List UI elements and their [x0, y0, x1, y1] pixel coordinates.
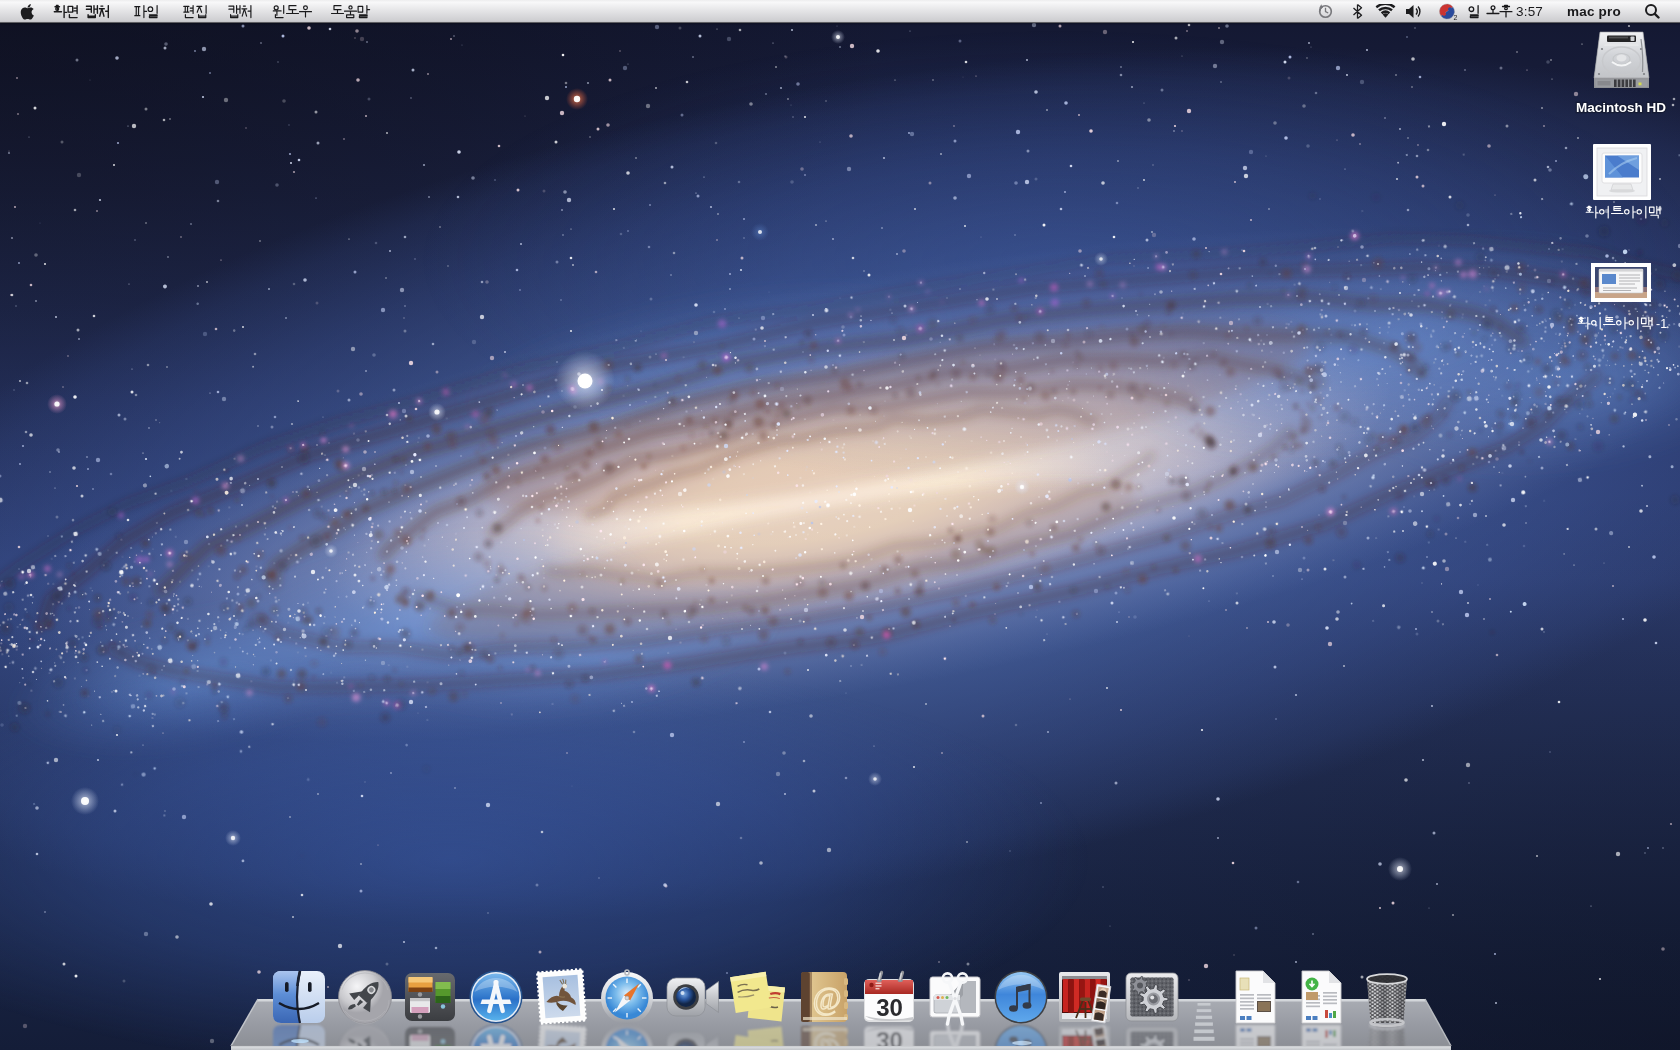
- svg-text:2: 2: [1454, 14, 1458, 21]
